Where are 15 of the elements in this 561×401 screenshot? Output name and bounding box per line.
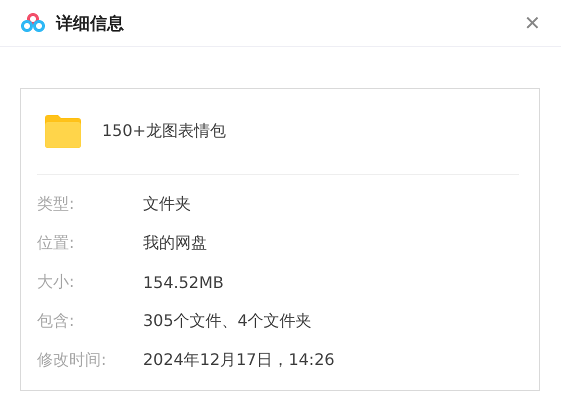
detail-value: 305个文件、4个文件夹 <box>143 311 312 332</box>
cloud-logo-icon <box>20 13 46 33</box>
detail-value: 文件夹 <box>143 194 191 215</box>
folder-icon <box>43 113 83 149</box>
detail-label: 大小: <box>37 272 76 293</box>
detail-label: 位置: <box>37 233 76 254</box>
detail-value: 我的网盘 <box>143 233 207 254</box>
detail-label: 包含: <box>37 311 76 332</box>
detail-label: 修改时间: <box>37 350 108 371</box>
detail-label: 类型: <box>37 194 76 215</box>
detail-value: 2024年12月17日，14:26 <box>143 350 335 371</box>
close-button[interactable]: ✕ <box>524 10 541 36</box>
folder-name: 150+龙图表情包 <box>102 120 226 142</box>
detail-value: 154.52MB <box>143 273 224 292</box>
window-title: 详细信息 <box>56 12 125 34</box>
